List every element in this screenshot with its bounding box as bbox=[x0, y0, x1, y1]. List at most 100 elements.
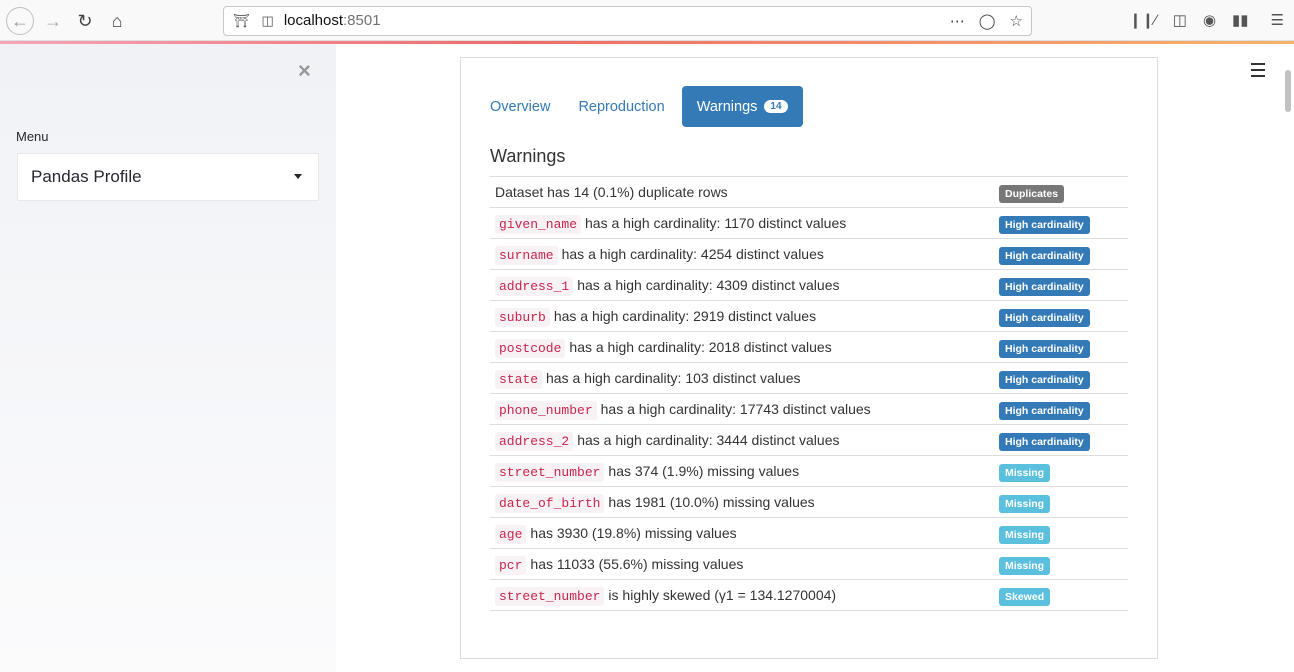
tab-warnings-label: Warnings bbox=[696, 98, 758, 115]
warning-row: street_number is highly skewed (γ1 = 134.… bbox=[490, 580, 1128, 611]
column-name: street_number bbox=[495, 587, 605, 606]
forward-icon[interactable]: → bbox=[39, 7, 67, 35]
browser-toolbar: ← → ↻ ⌂ ⛩ ◫ localhost:8501 ⋯ ◯ ☆ ❙❙∕ ◫ ◉… bbox=[0, 0, 1294, 41]
warning-message: street_number has 374 (1.9%) missing valu… bbox=[495, 463, 800, 482]
warning-text: has 1981 (10.0%) missing values bbox=[608, 494, 815, 510]
warning-row: Dataset has 14 (0.1%) duplicate rows Dupl… bbox=[490, 177, 1128, 208]
url-text: localhost:8501 bbox=[284, 12, 381, 30]
reload-icon[interactable]: ↻ bbox=[71, 7, 99, 35]
warning-message: surname has a high cardinality: 4254 dist… bbox=[495, 246, 824, 265]
warning-type-badge: Duplicates bbox=[999, 185, 1065, 203]
warning-row: street_number has 374 (1.9%) missing valu… bbox=[490, 456, 1128, 487]
warning-row: pcr has 11033 (55.6%) missing values Missi… bbox=[490, 549, 1128, 580]
menu-label: Menu bbox=[16, 129, 49, 144]
warning-message: given_name has a high cardinality: 1170 d… bbox=[495, 215, 846, 234]
warning-text: has a high cardinality: 4254 distinct va… bbox=[561, 246, 824, 262]
warning-text: is highly skewed (γ1 = 134.1270004) bbox=[608, 587, 837, 603]
warning-text: has 374 (1.9%) missing values bbox=[608, 463, 800, 479]
close-sidebar-icon[interactable]: × bbox=[298, 58, 311, 84]
column-name: postcode bbox=[495, 339, 566, 358]
warnings-count-badge: 14 bbox=[764, 100, 788, 113]
warning-row: date_of_birth has 1981 (10.0%) missing va… bbox=[490, 487, 1128, 518]
warning-row: age has 3930 (19.8%) missing values Missin… bbox=[490, 518, 1128, 549]
url-bar[interactable]: ⛩ ◫ localhost:8501 ⋯ ◯ ☆ bbox=[223, 6, 1032, 36]
sidebar-toggle-icon[interactable]: ◫ bbox=[1173, 11, 1187, 29]
library-icon[interactable]: ❙❙∕ bbox=[1129, 11, 1157, 29]
app-menu-icon[interactable]: ☰ bbox=[1271, 11, 1284, 29]
warning-message: Dataset has 14 (0.1%) duplicate rows bbox=[495, 184, 728, 200]
warning-type-badge: Skewed bbox=[999, 588, 1051, 606]
warning-type-badge: High cardinality bbox=[999, 309, 1090, 327]
warning-text: has a high cardinality: 4309 distinct va… bbox=[577, 277, 840, 293]
warning-type-badge: High cardinality bbox=[999, 340, 1090, 358]
warning-message: postcode has a high cardinality: 2018 dis… bbox=[495, 339, 832, 358]
page-actions-icon[interactable]: ⋯ bbox=[950, 12, 965, 30]
warning-text: has a high cardinality: 2018 distinct va… bbox=[569, 339, 832, 355]
warning-row: suburb has a high cardinality: 2919 disti… bbox=[490, 301, 1128, 332]
warning-text: has 3930 (19.8%) missing values bbox=[530, 525, 737, 541]
column-name: surname bbox=[495, 246, 558, 265]
warning-text: Dataset has 14 (0.1%) duplicate rows bbox=[495, 184, 728, 200]
tab-warnings[interactable]: Warnings 14 bbox=[681, 86, 803, 127]
section-heading: Warnings bbox=[490, 146, 566, 166]
warning-message: state has a high cardinality: 103 distinc… bbox=[495, 370, 801, 389]
warning-text: has a high cardinality: 3444 distinct va… bbox=[577, 432, 840, 448]
tab-overview[interactable]: Overview bbox=[479, 86, 561, 127]
home-icon[interactable]: ⌂ bbox=[103, 7, 131, 35]
column-name: street_number bbox=[495, 463, 605, 482]
warning-message: street_number is highly skewed (γ1 = 134.… bbox=[495, 587, 837, 606]
tab-bar: Overview Reproduction Warnings 14 bbox=[479, 86, 809, 127]
warnings-table: Dataset has 14 (0.1%) duplicate rows Dupl… bbox=[490, 176, 1128, 611]
warning-type-badge: High cardinality bbox=[999, 247, 1090, 265]
column-name: suburb bbox=[495, 308, 550, 327]
pocket-icon[interactable]: ◯ bbox=[979, 12, 996, 30]
url-port: :8501 bbox=[343, 12, 381, 29]
column-name: address_1 bbox=[495, 277, 574, 296]
warning-message: address_1 has a high cardinality: 4309 di… bbox=[495, 277, 840, 296]
url-host: localhost bbox=[283, 12, 344, 29]
report-panel: Overview Reproduction Warnings 14 Warnin… bbox=[460, 57, 1158, 659]
warning-type-badge: Missing bbox=[999, 464, 1051, 482]
sidebar: × Menu Pandas Profile bbox=[0, 44, 336, 672]
hamburger-menu-icon[interactable] bbox=[1251, 63, 1265, 81]
bookmark-star-icon[interactable]: ☆ bbox=[1010, 12, 1023, 30]
column-name: address_2 bbox=[495, 432, 574, 451]
page-scrollbar[interactable] bbox=[1285, 70, 1291, 112]
warning-message: address_2 has a high cardinality: 3444 di… bbox=[495, 432, 840, 451]
warning-type-badge: High cardinality bbox=[999, 433, 1090, 451]
menu-select-value: Pandas Profile bbox=[31, 167, 142, 186]
warning-type-badge: Missing bbox=[999, 526, 1051, 544]
warning-row: address_2 has a high cardinality: 3444 di… bbox=[490, 425, 1128, 456]
warning-type-badge: High cardinality bbox=[999, 278, 1090, 296]
tab-reproduction[interactable]: Reproduction bbox=[567, 86, 675, 127]
warning-row: address_1 has a high cardinality: 4309 di… bbox=[490, 270, 1128, 301]
page-icon: ◫ bbox=[261, 13, 274, 28]
warning-row: surname has a high cardinality: 4254 dist… bbox=[490, 239, 1128, 270]
warning-text: has a high cardinality: 17743 distinct v… bbox=[600, 401, 871, 417]
column-name: given_name bbox=[495, 215, 582, 234]
reader-view-icon[interactable]: ▮▮ bbox=[1232, 11, 1249, 29]
warning-message: age has 3930 (19.8%) missing values bbox=[495, 525, 737, 544]
chevron-down-icon bbox=[294, 174, 302, 179]
warning-type-badge: High cardinality bbox=[999, 371, 1090, 389]
column-name: pcr bbox=[495, 556, 527, 575]
column-name: state bbox=[495, 370, 543, 389]
column-name: date_of_birth bbox=[495, 494, 605, 513]
warning-text: has 11033 (55.6%) missing values bbox=[530, 556, 744, 572]
column-name: phone_number bbox=[495, 401, 597, 420]
tab-overview-label: Overview bbox=[490, 98, 551, 115]
warning-row: given_name has a high cardinality: 1170 d… bbox=[490, 208, 1128, 239]
warning-message: pcr has 11033 (55.6%) missing values bbox=[495, 556, 744, 575]
warning-type-badge: High cardinality bbox=[999, 402, 1090, 420]
warning-message: date_of_birth has 1981 (10.0%) missing va… bbox=[495, 494, 815, 513]
back-icon[interactable]: ← bbox=[6, 7, 34, 35]
warning-type-badge: High cardinality bbox=[999, 216, 1090, 234]
menu-select[interactable]: Pandas Profile bbox=[17, 153, 319, 201]
warning-type-badge: Missing bbox=[999, 495, 1051, 513]
warning-type-badge: Missing bbox=[999, 557, 1051, 575]
warning-row: phone_number has a high cardinality: 1774… bbox=[490, 394, 1128, 425]
warning-message: suburb has a high cardinality: 2919 disti… bbox=[495, 308, 816, 327]
shield-icon[interactable]: ⛩ bbox=[233, 13, 250, 29]
warning-row: postcode has a high cardinality: 2018 dis… bbox=[490, 332, 1128, 363]
account-icon[interactable]: ◉ bbox=[1203, 11, 1216, 29]
